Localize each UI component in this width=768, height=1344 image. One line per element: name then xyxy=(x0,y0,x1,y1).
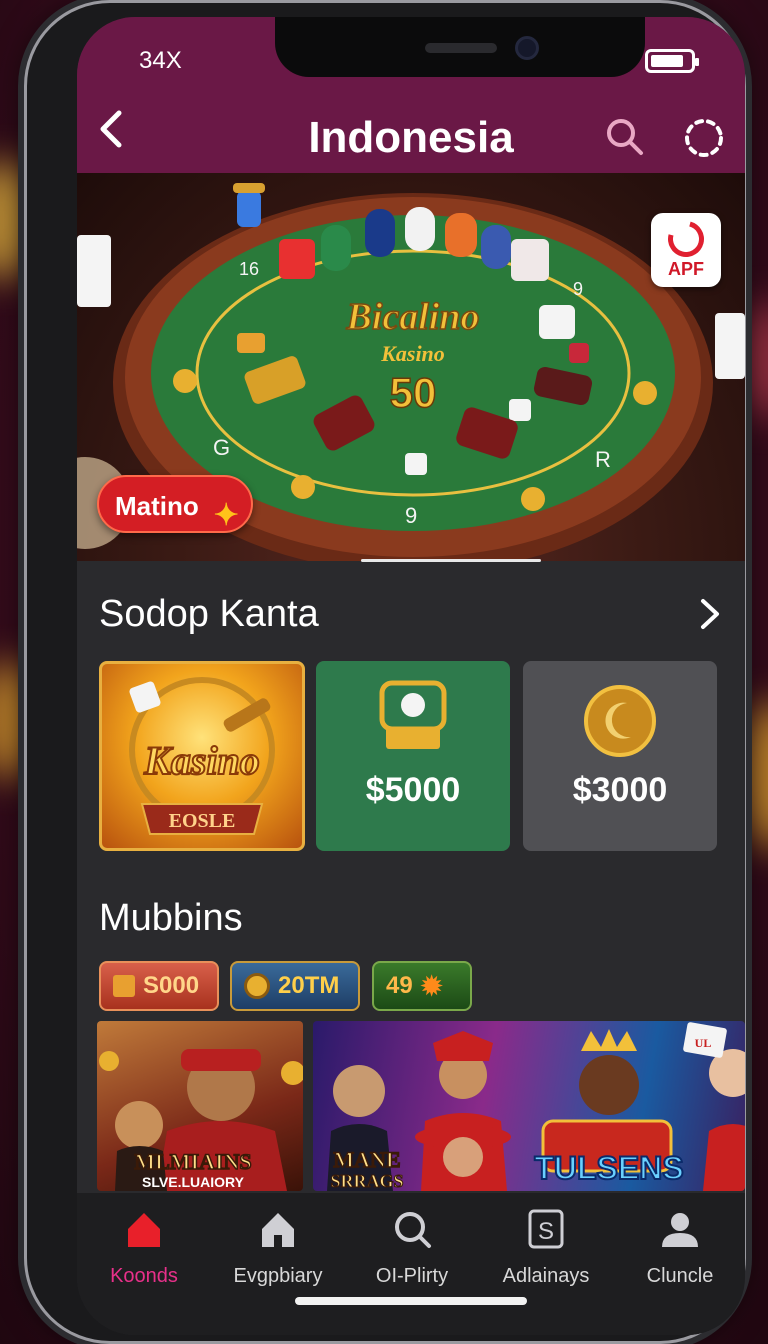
speaker-grille xyxy=(425,43,497,53)
moon-coin-icon xyxy=(584,685,656,757)
nav-item-cluncle[interactable]: Cluncle xyxy=(613,1207,745,1288)
kasino-card-art: Kasino EOSLE xyxy=(129,677,275,835)
nav-label: Cluncle xyxy=(646,1265,714,1287)
kasino-game-card[interactable]: Kasino EOSLE xyxy=(99,661,305,851)
hero-title: Bicalino xyxy=(345,296,479,338)
hero-chip-label: Matino xyxy=(115,491,199,521)
trophy-icon xyxy=(379,680,447,749)
ticket-icon xyxy=(113,975,135,997)
hero-number: 50 xyxy=(390,369,437,416)
bonus-card-3000[interactable]: $3000 xyxy=(523,661,717,851)
promo-2-title-2: TULSENS xyxy=(534,1150,683,1186)
carousel-indicator xyxy=(361,559,541,562)
pill-label: 20TM xyxy=(278,972,340,999)
kasino-card-title: Kasino xyxy=(143,738,260,783)
gear-flower-icon: ✹ xyxy=(420,970,443,1001)
nav-label: Evgpbiary xyxy=(233,1265,323,1287)
loading-spinner-icon xyxy=(685,119,723,157)
filter-pill-20tm[interactable]: 20TM xyxy=(230,961,360,1011)
promo-1-title: MLMIAINS xyxy=(134,1149,251,1174)
search-icon xyxy=(395,1212,431,1248)
status-time: 34X xyxy=(139,47,182,74)
profile-icon xyxy=(662,1213,698,1247)
bottom-navigation: Koonds Evgpbiary OI-Plirty S Adlainays C… xyxy=(77,1193,745,1335)
dollar-box-icon: S xyxy=(528,1209,564,1249)
bonus-amount: $5000 xyxy=(365,771,461,809)
sparkle-icon: ✦ xyxy=(213,499,239,532)
pill-label: S000 xyxy=(143,972,200,999)
nav-label: Adlainays xyxy=(502,1265,590,1287)
nav-label: OI-Plirty xyxy=(375,1265,449,1287)
home-icon xyxy=(128,1213,160,1247)
promo-1-subtitle: SLVE.LUAIORY xyxy=(142,1174,245,1190)
svg-text:G: G xyxy=(213,435,230,460)
svg-text:9: 9 xyxy=(405,503,417,528)
nav-item-adlainays[interactable]: S Adlainays xyxy=(479,1207,613,1288)
section-title-mubbins: Mubbins xyxy=(99,897,243,939)
hero-subtitle: Kasino xyxy=(380,341,445,366)
phone-frame: 34X Indonesia 16 9 G R 9 Bicalino Kasino… xyxy=(24,0,746,1344)
bonus-amount: $3000 xyxy=(572,771,668,809)
front-camera xyxy=(515,36,539,60)
apf-badge-label: APF xyxy=(668,259,704,279)
promo-tile-2[interactable]: UL MANE SRRAGS TULSENS xyxy=(313,1021,745,1191)
search-icon xyxy=(607,119,643,155)
promo-2-sign: UL xyxy=(695,1036,712,1050)
apf-badge[interactable]: APF xyxy=(651,213,721,287)
promo-1-art: MLMIAINS SLVE.LUAIORY xyxy=(99,1049,303,1191)
nav-item-evgpbiary[interactable]: Evgpbiary xyxy=(211,1207,345,1288)
nav-label: Koonds xyxy=(110,1265,178,1287)
svg-text:9: 9 xyxy=(573,279,583,299)
notch xyxy=(275,17,645,77)
battery-icon xyxy=(645,49,699,73)
nav-item-oi-plirty[interactable]: OI-Plirty xyxy=(345,1207,479,1288)
loading-button[interactable] xyxy=(683,117,725,159)
svg-text:16: 16 xyxy=(239,259,259,279)
see-all-button[interactable] xyxy=(697,597,723,631)
filter-pill-49[interactable]: 49 ✹ xyxy=(372,961,472,1011)
chevron-right-icon xyxy=(701,599,719,629)
house-icon xyxy=(262,1213,294,1247)
bonus-card-5000[interactable]: $5000 xyxy=(316,661,510,851)
phone-screen: 34X Indonesia 16 9 G R 9 Bicalino Kasino… xyxy=(77,17,745,1335)
promo-2-art: UL MANE SRRAGS TULSENS xyxy=(327,1022,745,1191)
promo-tile-1[interactable]: MLMIAINS SLVE.LUAIORY xyxy=(97,1021,303,1191)
svg-text:R: R xyxy=(595,447,611,472)
svg-text:S: S xyxy=(538,1218,554,1245)
promo-2-title: MANE xyxy=(333,1147,400,1172)
gold-coin-icon xyxy=(244,973,270,999)
hero-promo-chip[interactable]: Matino ✦ xyxy=(97,475,253,533)
nav-item-koonds[interactable]: Koonds xyxy=(77,1207,211,1288)
filter-pill-s000[interactable]: S000 xyxy=(99,961,219,1011)
home-indicator[interactable] xyxy=(295,1297,527,1305)
section-title-sodop-kanta: Sodop Kanta xyxy=(99,593,319,635)
search-button[interactable] xyxy=(605,117,645,157)
promo-2-subtitle: SRRAGS xyxy=(330,1171,403,1191)
kasino-card-ribbon: EOSLE xyxy=(169,810,236,832)
power-ring-icon xyxy=(661,214,711,264)
pill-label: 49 xyxy=(386,972,413,999)
